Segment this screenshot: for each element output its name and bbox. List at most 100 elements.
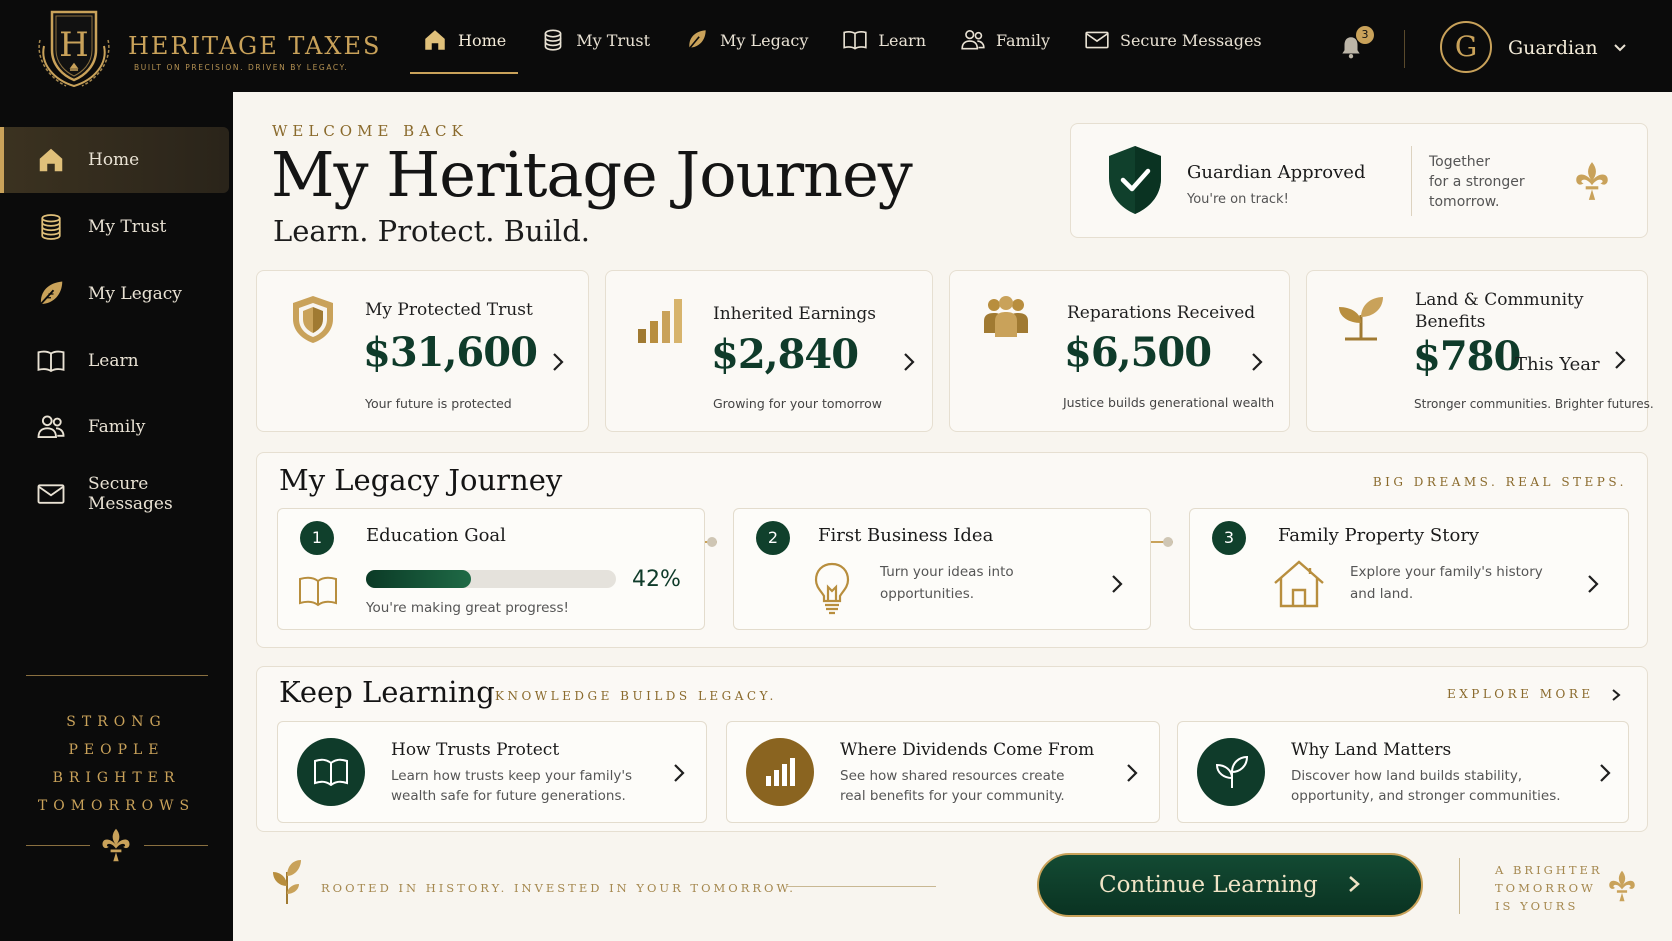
stat-label: Inherited Earnings: [713, 304, 877, 324]
sidebar-item-secure-messages[interactable]: Secure Messages: [0, 461, 229, 527]
learn-card-description: See how shared resources create real ben…: [840, 768, 1065, 804]
step-number: 1: [300, 521, 334, 555]
tagline-line: A BRIGHTER: [1495, 863, 1603, 877]
stat-value: $2,840: [711, 331, 859, 378]
topnav-label: Learn: [878, 30, 926, 50]
motto-line: PEOPLE: [68, 742, 165, 758]
people-icon: [984, 296, 1028, 337]
sidebar-item-label: Learn: [88, 351, 139, 371]
topnav-label: Secure Messages: [1120, 30, 1262, 50]
topnav-my-legacy[interactable]: My Legacy: [672, 12, 820, 68]
chevron-right-icon: [904, 353, 915, 371]
chevron-right-icon: [1127, 764, 1138, 782]
brand-name: HERITAGE TAXES: [128, 32, 382, 60]
guardian-approved-card: Guardian Approved You're on track! Toget…: [1070, 123, 1648, 238]
sprout-icon: [1339, 297, 1383, 341]
sidebar-item-my-legacy[interactable]: My Legacy: [0, 261, 229, 327]
motto-line: for a stronger: [1429, 174, 1525, 190]
coins-icon: [41, 214, 61, 240]
avatar[interactable]: G: [1440, 21, 1492, 73]
progress-bar-fill: [366, 570, 471, 588]
step-connector-dot: [707, 537, 717, 547]
stat-card-land-community[interactable]: Land & Community Benefits $780 This Year…: [1306, 270, 1654, 432]
chevron-right-icon: [1252, 353, 1263, 371]
stat-caption: Stronger communities. Brighter futures.: [1414, 397, 1654, 411]
learn-card-title: How Trusts Protect: [391, 740, 560, 760]
step-description: Explore your family's history and land.: [1350, 564, 1543, 602]
topnav-secure-messages[interactable]: Secure Messages: [1072, 12, 1274, 68]
topnav-my-trust[interactable]: My Trust: [528, 12, 662, 68]
chevron-right-icon: [1112, 575, 1123, 593]
chevron-right-icon: [1588, 575, 1599, 593]
stat-value: $6,500: [1064, 329, 1212, 376]
main-content: WELCOME BACK My Heritage Journey Learn. …: [233, 92, 1672, 941]
stat-label: Land & Community Benefits: [1415, 290, 1584, 332]
shield-icon: [293, 296, 333, 343]
step-description: Turn your ideas into opportunities.: [880, 564, 1014, 602]
learn-card-title: Where Dividends Come From: [840, 740, 1095, 760]
mail-icon: [1085, 31, 1109, 49]
section-eyebrow: BIG DREAMS. REAL STEPS.: [1372, 475, 1627, 489]
motto-line: BRIGHTER: [52, 770, 181, 786]
sprout-icon: [273, 860, 301, 904]
journey-step-property[interactable]: 3 Family Property Story Explore your fam…: [1189, 508, 1629, 630]
learn-card-land[interactable]: Why Land Matters Discover how land build…: [1177, 721, 1629, 823]
user-name[interactable]: Guardian: [1508, 37, 1598, 59]
family-icon: [961, 29, 985, 50]
top-navigation-bar: H HERITAGE TAXES BUILT ON PRECISION. DRI…: [0, 0, 1672, 92]
fleur-de-lis-icon: [1609, 870, 1635, 902]
learn-card-dividends[interactable]: Where Dividends Come From See how shared…: [726, 721, 1160, 823]
step-connector-dot: [1163, 537, 1173, 547]
sidebar-item-learn[interactable]: Learn: [0, 328, 229, 394]
divider: [1411, 146, 1412, 216]
learn-card-title: Why Land Matters: [1291, 740, 1452, 760]
stat-caption: Justice builds generational wealth: [1063, 395, 1275, 410]
journey-step-education[interactable]: 1 Education Goal 42% You're making great…: [277, 508, 705, 630]
keep-learning-panel: Keep Learning KNOWLEDGE BUILDS LEGACY. E…: [256, 666, 1648, 832]
topnav-home[interactable]: Home: [410, 12, 519, 74]
sidebar-item-family[interactable]: Family: [0, 394, 229, 460]
chevron-down-icon[interactable]: [1612, 40, 1628, 56]
notification-count-badge: 3: [1356, 26, 1374, 44]
continue-learning-button[interactable]: Continue Learning: [1037, 853, 1423, 917]
lightbulb-icon: [814, 562, 850, 615]
sidebar-motto: STRONG PEOPLE BRIGHTER TOMORROWS: [0, 708, 233, 820]
shield-check-icon: [1109, 146, 1161, 214]
section-eyebrow: KNOWLEDGE BUILDS LEGACY.: [495, 689, 777, 703]
explore-more-link[interactable]: EXPLORE MORE: [1447, 687, 1621, 702]
learn-card-trusts[interactable]: How Trusts Protect Learn how trusts keep…: [277, 721, 707, 823]
topnav-learn[interactable]: Learn: [830, 12, 938, 68]
coins-icon: [544, 29, 562, 51]
journey-step-business[interactable]: 2 First Business Idea Turn your ideas in…: [733, 508, 1151, 630]
stat-card-protected-trust[interactable]: My Protected Trust $31,600 Your future i…: [256, 270, 589, 432]
brand-logo[interactable]: H HERITAGE TAXES BUILT ON PRECISION. DRI…: [34, 6, 379, 90]
stat-card-reparations[interactable]: Reparations Received $6,500 Justice buil…: [949, 270, 1290, 432]
stat-caption: Growing for your tomorrow: [713, 396, 882, 411]
chevron-right-icon: [674, 764, 685, 782]
motto-line: TOMORROWS: [37, 798, 196, 814]
notifications-button[interactable]: 3: [1338, 26, 1374, 62]
stat-caption: Your future is protected: [365, 396, 512, 411]
tagline-line: TOMORROW: [1495, 881, 1596, 895]
step-title: Education Goal: [366, 525, 506, 546]
section-title: My Legacy Journey: [279, 463, 563, 497]
topnav-label: My Legacy: [720, 30, 809, 50]
leaf-icon: [687, 30, 706, 51]
stat-card-inherited-earnings[interactable]: Inherited Earnings $2,840 Growing for yo…: [605, 270, 933, 432]
chevron-right-icon: [1615, 351, 1626, 369]
top-nav: Home My Trust My Legacy Learn Family Sec…: [410, 0, 1284, 80]
leaf-icon: [37, 281, 63, 308]
topnav-label: Home: [458, 30, 507, 50]
brand-tagline: BUILT ON PRECISION. DRIVEN BY LEGACY.: [134, 63, 349, 72]
svg-text:H: H: [59, 25, 89, 65]
topnav-family[interactable]: Family: [948, 12, 1062, 68]
step-title: Family Property Story: [1278, 525, 1480, 546]
learn-card-badge: [1197, 738, 1265, 806]
topnav-label: My Trust: [576, 30, 651, 50]
page-subtitle: Learn. Protect. Build.: [273, 214, 590, 248]
sidebar-item-home[interactable]: Home: [0, 127, 229, 193]
sidebar-item-my-trust[interactable]: My Trust: [0, 194, 229, 260]
divider: [1459, 858, 1460, 914]
book-icon: [299, 576, 337, 607]
step-title: First Business Idea: [818, 525, 994, 546]
